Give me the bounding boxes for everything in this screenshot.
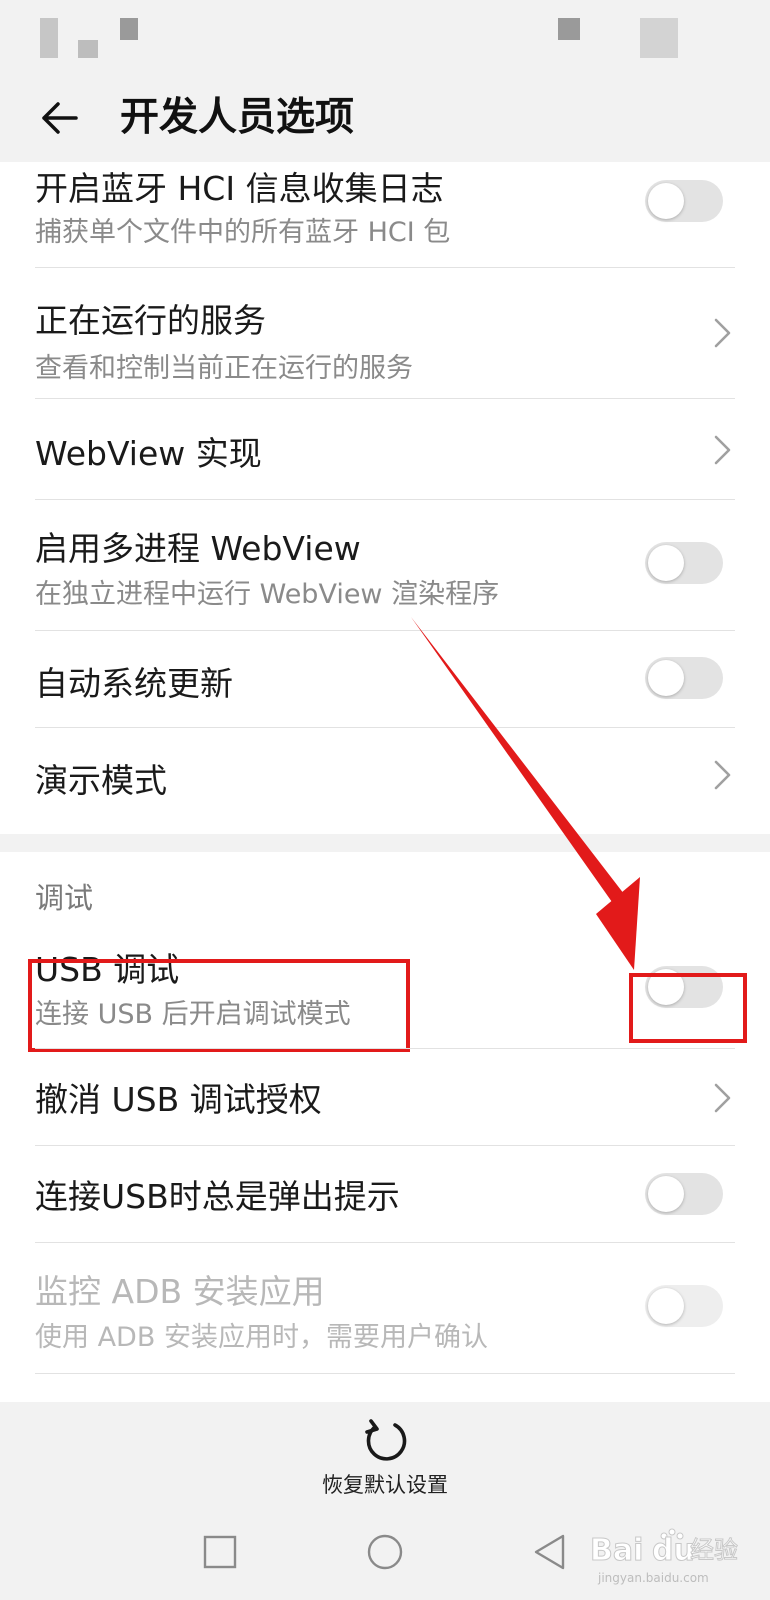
watermark-url: jingyan.baidu.com <box>597 1571 709 1585</box>
status-pixel <box>78 40 98 58</box>
usb-connect-prompt-toggle[interactable] <box>645 1173 723 1215</box>
setting-subtitle: 查看和控制当前正在运行的服务 <box>35 353 413 384</box>
reset-defaults-button[interactable]: 恢复默认设置 <box>285 1412 485 1502</box>
section-separator <box>0 834 770 852</box>
status-bar <box>0 0 770 80</box>
page-title: 开发人员选项 <box>120 95 355 140</box>
chevron-right-icon <box>714 435 731 465</box>
monitor-adb-installs-toggle <box>645 1285 723 1327</box>
recents-square-icon[interactable] <box>200 1532 240 1572</box>
setting-title: 监控 ADB 安装应用 <box>35 1272 325 1311</box>
status-pixel <box>120 18 138 40</box>
setting-row-bluetooth-hci-log[interactable]: 开启蓝牙 HCI 信息收集日志 捕获单个文件中的所有蓝牙 HCI 包 <box>0 162 770 267</box>
bottom-area: 恢复默认设置 Bai du 经验 jingyan.baidu.com <box>0 1402 770 1600</box>
highlight-box-usb-debugging-label <box>28 959 410 1052</box>
settings-list[interactable]: 开启蓝牙 HCI 信息收集日志 捕获单个文件中的所有蓝牙 HCI 包 正在运行的… <box>0 162 770 1402</box>
setting-row-multiprocess-webview[interactable]: 启用多进程 WebView 在独立进程中运行 WebView 渲染程序 <box>0 500 770 630</box>
setting-title: 启用多进程 WebView <box>35 529 361 568</box>
status-pixel <box>558 18 580 40</box>
baidu-jingyan-watermark: Bai du 经验 jingyan.baidu.com <box>590 1528 739 1585</box>
chevron-right-icon <box>714 318 731 348</box>
status-pixel <box>40 18 58 58</box>
app-bar: 开发人员选项 <box>0 80 770 162</box>
watermark-suffix: 经验 <box>690 1536 738 1564</box>
setting-title: 开启蓝牙 HCI 信息收集日志 <box>35 169 444 208</box>
setting-row-running-services[interactable]: 正在运行的服务 查看和控制当前正在运行的服务 <box>0 268 770 398</box>
highlight-box-usb-debugging-toggle <box>629 973 747 1043</box>
toggle-knob <box>648 183 684 219</box>
divider <box>35 1373 735 1374</box>
setting-row-auto-system-update[interactable]: 自动系统更新 <box>0 631 770 727</box>
setting-title: WebView 实现 <box>35 434 262 473</box>
chevron-right-icon <box>714 760 731 790</box>
setting-title: 演示模式 <box>35 761 167 800</box>
section-header-debug: 调试 <box>35 881 94 915</box>
toggle-knob <box>648 1288 684 1324</box>
back-arrow-icon[interactable] <box>36 94 84 142</box>
back-triangle-icon[interactable] <box>530 1532 570 1572</box>
reset-icon <box>365 1419 407 1461</box>
setting-title: 正在运行的服务 <box>35 301 266 340</box>
setting-row-demo-mode[interactable]: 演示模式 <box>0 728 770 834</box>
chevron-right-icon <box>714 1083 731 1113</box>
setting-title: 撤消 USB 调试授权 <box>35 1080 322 1119</box>
watermark-brand: Bai <box>590 1533 643 1568</box>
setting-row-revoke-usb-authorization[interactable]: 撤消 USB 调试授权 <box>0 1049 770 1145</box>
setting-row-usb-connect-prompt[interactable]: 连接USB时总是弹出提示 <box>0 1146 770 1242</box>
setting-row-webview-implementation[interactable]: WebView 实现 <box>0 399 770 499</box>
setting-title: 连接USB时总是弹出提示 <box>35 1177 400 1216</box>
toggle-knob <box>648 1176 684 1212</box>
home-circle-icon[interactable] <box>365 1532 405 1572</box>
reset-defaults-label: 恢复默认设置 <box>322 1473 448 1497</box>
status-pixel <box>640 18 678 58</box>
setting-row-monitor-adb-installs: 监控 ADB 安装应用 使用 ADB 安装应用时，需要用户确认 <box>0 1243 770 1373</box>
bluetooth-hci-log-toggle[interactable] <box>645 180 723 222</box>
multiprocess-webview-toggle[interactable] <box>645 542 723 584</box>
watermark-brand-2: du <box>652 1533 695 1568</box>
setting-subtitle: 捕获单个文件中的所有蓝牙 HCI 包 <box>35 217 451 248</box>
setting-title: 自动系统更新 <box>35 664 233 703</box>
toggle-knob <box>648 660 684 696</box>
toggle-knob <box>648 545 684 581</box>
setting-subtitle: 使用 ADB 安装应用时，需要用户确认 <box>35 1322 488 1353</box>
setting-subtitle: 在独立进程中运行 WebView 渲染程序 <box>35 579 500 610</box>
auto-system-update-toggle[interactable] <box>645 657 723 699</box>
